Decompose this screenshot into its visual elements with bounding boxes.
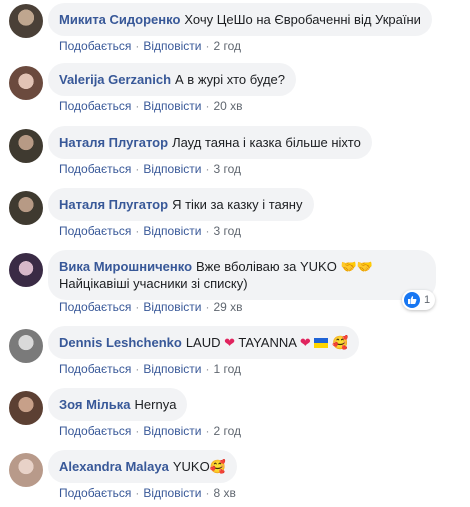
comment-bubble: Вика Мирошниченко Вже вболіваю за YUKO 🤝🤝… (48, 250, 436, 300)
reply-link[interactable]: Відповісти (143, 424, 201, 438)
reaction-count-text: 1 (424, 294, 431, 306)
comment-author[interactable]: Микита Сидоренко (59, 12, 180, 27)
separator: · (135, 486, 140, 500)
separator: · (135, 39, 140, 53)
like-link[interactable]: Подобається (59, 99, 131, 113)
reaction-count[interactable]: 1 (402, 290, 436, 310)
comment-bubble: Наталя Плугатор Лауд таяна і казка більше… (48, 126, 372, 159)
timestamp[interactable]: 29 хв (213, 300, 242, 314)
reply-link[interactable]: Відповісти (143, 99, 201, 113)
comment-author[interactable]: Valerija Gerzanich (59, 72, 171, 87)
separator: · (135, 224, 140, 238)
hands-emoji: 🤝🤝 (340, 259, 373, 274)
avatar[interactable] (9, 66, 43, 100)
reply-link[interactable]: Відповісти (143, 39, 201, 53)
avatar[interactable] (9, 329, 43, 363)
timestamp[interactable]: 3 год (213, 162, 241, 176)
comment-text: Hernya (134, 397, 177, 412)
comment-author[interactable]: Зоя Мілька (59, 397, 131, 412)
heart-emoji: ❤ (299, 335, 311, 350)
timestamp[interactable]: 3 год (213, 224, 241, 238)
comment-actions: Подобається · Відповісти · 8 хв (59, 486, 236, 500)
comment-bubble: Зоя Мілька Hernya (48, 388, 188, 421)
like-link[interactable]: Подобається (59, 224, 131, 238)
heart-emoji: ❤ (224, 335, 236, 350)
smile-emoji: 🥰 (209, 459, 226, 474)
comment-actions: Подобається · Відповісти · 1 год (59, 362, 241, 376)
separator: · (205, 486, 210, 500)
timestamp[interactable]: 2 год (213, 424, 241, 438)
comment-author[interactable]: Вика Мирошниченко (59, 259, 192, 274)
like-link[interactable]: Подобається (59, 486, 131, 500)
like-icon (404, 292, 420, 308)
comment-actions: Подобається · Відповісти · 2 год (59, 39, 241, 53)
timestamp[interactable]: 2 год (213, 39, 241, 53)
separator: · (135, 300, 140, 314)
separator: · (135, 162, 140, 176)
like-link[interactable]: Подобається (59, 300, 131, 314)
separator: · (135, 362, 140, 376)
comment-actions: Подобається · Відповісти · 20 хв (59, 99, 243, 113)
flag-emoji (314, 338, 329, 348)
separator: · (205, 424, 210, 438)
like-link[interactable]: Подобається (59, 39, 131, 53)
comment-bubble: Наталя Плугатор Я тіки за казку і таяну (48, 188, 314, 221)
comment-text: Хочу ЦеШо на Євробаченні від України (184, 12, 421, 27)
comment-actions: Подобається · Відповісти · 3 год (59, 224, 241, 238)
separator: · (135, 424, 140, 438)
comment-actions: Подобається · Відповісти · 2 год (59, 424, 241, 438)
avatar[interactable] (9, 191, 43, 225)
comment-bubble: Alexandra Malaya YUKO🥰 (48, 450, 237, 483)
like-link[interactable]: Подобається (59, 362, 131, 376)
avatar[interactable] (9, 129, 43, 163)
comment-actions: Подобається · Відповісти · 3 год (59, 162, 241, 176)
like-link[interactable]: Подобається (59, 424, 131, 438)
comment-actions: Подобається · Відповісти · 29 хв (59, 300, 243, 314)
comment-bubble: Valerija Gerzanich А в журі хто буде? (48, 63, 297, 96)
separator: · (205, 362, 210, 376)
separator: · (205, 39, 210, 53)
separator: · (205, 162, 210, 176)
avatar[interactable] (9, 4, 43, 38)
separator: · (205, 224, 210, 238)
avatar[interactable] (9, 453, 43, 487)
reply-link[interactable]: Відповісти (143, 486, 201, 500)
like-link[interactable]: Подобається (59, 162, 131, 176)
comment-bubble: Микита Сидоренко Хочу ЦеШо на Євробаченні… (48, 3, 432, 36)
comment-author[interactable]: Dennis Leshchenko (59, 335, 182, 350)
avatar[interactable] (9, 391, 43, 425)
comment-author[interactable]: Alexandra Malaya (59, 459, 169, 474)
comment-text: Вже вболіваю за YUKO (196, 259, 337, 274)
separator: · (135, 99, 140, 113)
separator: · (205, 99, 210, 113)
comment-author[interactable]: Наталя Плугатор (59, 135, 168, 150)
separator: · (205, 300, 210, 314)
comment-text: YUKO (172, 459, 210, 474)
comment-text: Я тіки за казку і таяну (172, 197, 303, 212)
timestamp[interactable]: 1 год (213, 362, 241, 376)
comment-text: А в журі хто буде? (175, 72, 286, 87)
reply-link[interactable]: Відповісти (143, 162, 201, 176)
reply-link[interactable]: Відповісти (143, 300, 201, 314)
reply-link[interactable]: Відповісти (143, 362, 201, 376)
timestamp[interactable]: 20 хв (213, 99, 242, 113)
comment-text-line2: Найцікавіші учасники зі списку) (59, 276, 248, 291)
comment-author[interactable]: Наталя Плугатор (59, 197, 168, 212)
avatar[interactable] (9, 253, 43, 287)
comment-text-2: TAYANNA (238, 335, 297, 350)
smile-emoji: 🥰 (332, 335, 349, 350)
comment-text: LAUD (185, 335, 221, 350)
comment-text: Лауд таяна і казка більше ніхто (172, 135, 361, 150)
reply-link[interactable]: Відповісти (143, 224, 201, 238)
comment-bubble: Dennis Leshchenko LAUD ❤ TAYANNA ❤ 🥰 (48, 326, 360, 359)
timestamp[interactable]: 8 хв (213, 486, 235, 500)
